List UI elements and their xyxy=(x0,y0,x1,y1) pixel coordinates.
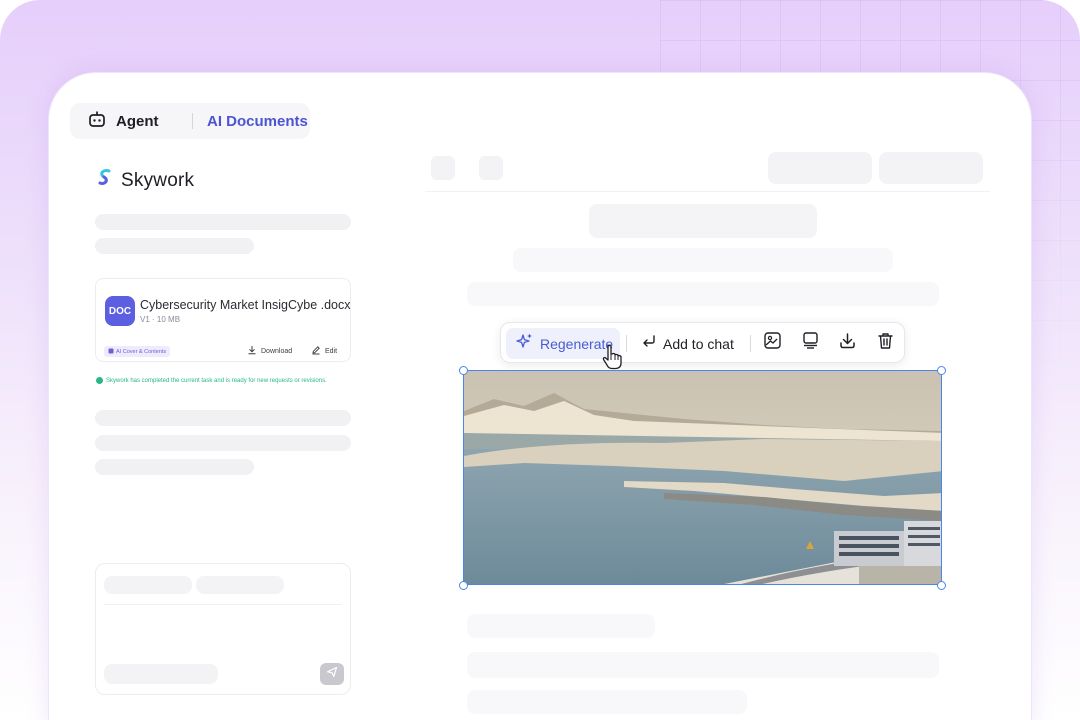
resize-handle-top-right[interactable] xyxy=(937,366,946,375)
resize-handle-bottom-left[interactable] xyxy=(459,581,468,590)
selected-image[interactable] xyxy=(463,370,942,585)
delete-image-button[interactable] xyxy=(875,333,895,353)
tag-icon xyxy=(108,348,114,356)
download-label: Download xyxy=(261,347,293,355)
add-to-chat-label: Add to chat xyxy=(663,335,734,352)
skeleton-line xyxy=(95,214,351,230)
doc-file-icon: DOC xyxy=(105,296,135,326)
brand-name: Skywork xyxy=(121,169,195,191)
status-text: Skywork has completed the current task a… xyxy=(106,377,327,384)
chat-input-box[interactable] xyxy=(95,563,351,695)
edit-label: Edit xyxy=(325,347,338,355)
download-icon xyxy=(247,345,257,357)
skeleton-line xyxy=(95,459,254,475)
skeleton-chip xyxy=(104,664,218,684)
status-message: Skywork has completed the current task a… xyxy=(96,377,327,384)
file-card[interactable]: DOC Cybersecurity Market InsigCybe .docx… xyxy=(95,278,351,362)
skeleton-line xyxy=(95,410,351,426)
skeleton-line xyxy=(467,614,655,638)
brand-logo: Skywork xyxy=(97,168,194,193)
tab-agent-label: Agent xyxy=(116,112,159,130)
image-toolbar: Regenerate Add to chat xyxy=(500,322,905,363)
check-circle-icon xyxy=(96,377,103,384)
file-tag: AI Cover & Contents xyxy=(104,346,171,357)
add-to-chat-button[interactable]: Add to chat xyxy=(641,328,734,359)
download-image-button[interactable] xyxy=(837,333,857,353)
toolbar-divider xyxy=(750,335,751,352)
skeleton-title xyxy=(589,204,817,238)
layout-icon xyxy=(801,331,820,355)
skeleton-button xyxy=(879,152,983,184)
landscape-image xyxy=(464,371,941,584)
skeleton-chip xyxy=(104,576,192,594)
skeleton-chip xyxy=(196,576,284,594)
resize-handle-bottom-right[interactable] xyxy=(937,581,946,590)
trash-icon xyxy=(876,331,895,355)
file-meta: V1 · 10 MB xyxy=(140,315,180,324)
skeleton-line xyxy=(467,690,747,714)
file-name: Cybersecurity Market InsigCybe .docx xyxy=(140,298,351,312)
return-arrow-icon xyxy=(641,333,657,354)
send-icon xyxy=(326,665,338,683)
resize-handle-top-left[interactable] xyxy=(459,366,468,375)
download-button[interactable]: Download xyxy=(247,345,292,357)
tab-ai-documents[interactable]: AI Documents xyxy=(193,113,308,130)
skeleton-line xyxy=(95,238,254,254)
layout-button[interactable] xyxy=(800,331,820,355)
skeleton-line xyxy=(513,248,893,272)
skeleton-line xyxy=(95,435,351,451)
sparkle-icon xyxy=(516,332,534,355)
header-divider xyxy=(425,191,990,192)
skeleton-line xyxy=(467,282,939,306)
skeleton-icon-button xyxy=(431,156,455,180)
skywork-logo-icon xyxy=(97,168,115,193)
file-version: V1 xyxy=(140,315,150,324)
tab-agent[interactable]: Agent xyxy=(70,110,192,133)
file-tag-label: AI Cover & Contents xyxy=(116,348,167,355)
skeleton-icon-button xyxy=(479,156,503,180)
toolbar-divider xyxy=(626,335,627,352)
edit-icon xyxy=(311,345,321,357)
mode-tabs: Agent AI Documents xyxy=(70,103,310,139)
robot-icon xyxy=(88,110,106,133)
send-button[interactable] xyxy=(320,663,344,685)
file-size: 10 MB xyxy=(156,315,181,324)
image-edit-button[interactable] xyxy=(762,331,782,355)
image-edit-icon xyxy=(763,331,782,355)
skeleton-line xyxy=(467,652,939,678)
download-icon xyxy=(838,331,857,355)
skeleton-button xyxy=(768,152,872,184)
edit-button[interactable]: Edit xyxy=(311,345,337,357)
divider xyxy=(104,604,342,605)
